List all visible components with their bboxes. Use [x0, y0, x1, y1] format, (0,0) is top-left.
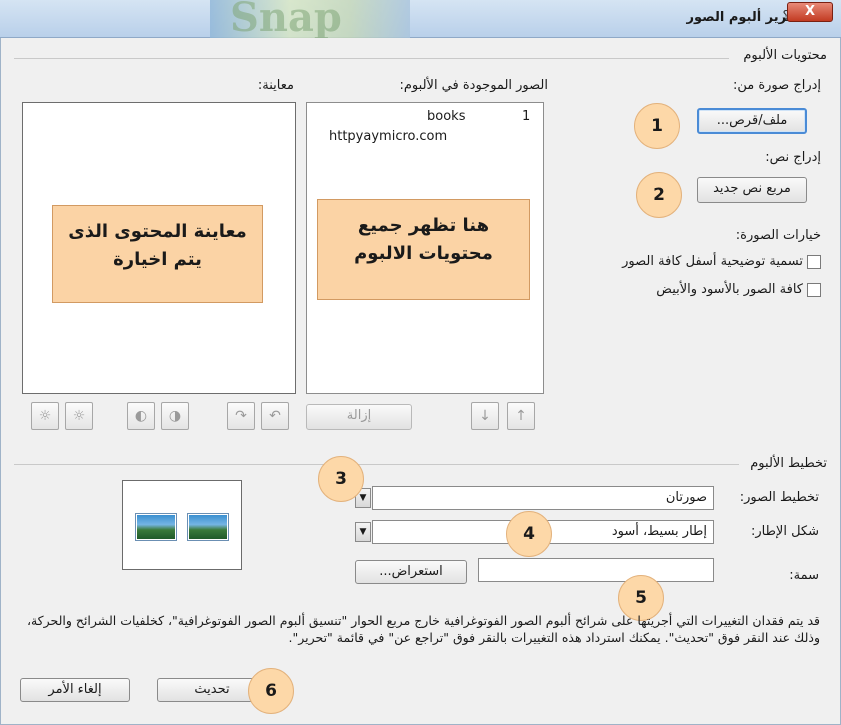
new-text-box-button[interactable]: مربع نص جديد [697, 177, 807, 203]
theme-label: سمة: [789, 568, 819, 583]
layout-thumbnail-image [136, 514, 176, 540]
frame-shape-label: شكل الإطار: [750, 524, 819, 539]
theme-input[interactable] [478, 558, 714, 582]
black-white-checkbox[interactable] [807, 283, 821, 297]
step-number-1: 1 [634, 103, 680, 149]
list-item-name[interactable]: books [427, 109, 465, 124]
list-item-index: 1 [522, 109, 531, 124]
album-contents-group-label: محتويات الألبوم [743, 48, 827, 63]
changes-warning-text: قد يتم فقدان التغييرات التي أجريتها على … [26, 613, 820, 645]
picture-options-label: خيارات الصورة: [735, 228, 821, 243]
album-layout-group-label: تخطيط الألبوم [750, 456, 827, 471]
file-disk-button[interactable]: ملف/قرص... [697, 108, 807, 134]
close-button[interactable]: X [787, 2, 833, 22]
browse-button[interactable]: استعراض... [355, 560, 467, 584]
move-down-button[interactable]: ↓ [471, 402, 499, 430]
insert-picture-label: إدراج صورة من: [732, 78, 821, 93]
arrow-down-icon: ↓ [479, 408, 491, 424]
captions-checkbox-label: تسمية توضيحية أسفل كافة الصور [622, 254, 803, 269]
captions-checkbox[interactable] [807, 255, 821, 269]
list-item-name[interactable]: httpyaymicro.com [329, 129, 447, 144]
window-title: تحرير ألبوم الصور [686, 10, 801, 25]
callout-album-contents: هنا تظهر جميع محتويات الالبوم [317, 199, 530, 300]
album-contents-divider [14, 58, 729, 59]
arrow-up-icon: ↑ [515, 408, 527, 424]
layout-thumbnail-image [188, 514, 228, 540]
background-art-text: Snap [230, 0, 342, 38]
step-number-2: 2 [636, 172, 682, 218]
album-layout-divider [14, 464, 739, 465]
preview-label: معاينة: [257, 78, 294, 93]
frame-shape-dropdown-icon[interactable]: ▼ [355, 522, 371, 542]
picture-layout-select[interactable]: صورتان [372, 486, 714, 510]
move-up-button[interactable]: ↑ [507, 402, 535, 430]
callout-preview: معاينة المحتوى الذى يتم اخيارة [52, 205, 263, 303]
contrast-down-icon[interactable]: ◐ [127, 402, 155, 430]
pictures-in-album-label: الصور الموجودة في الألبوم: [399, 78, 549, 93]
brightness-down-icon[interactable]: ☼ [31, 402, 59, 430]
step-number-3: 3 [318, 456, 364, 502]
rotate-right-icon[interactable]: ↷ [227, 402, 255, 430]
black-white-checkbox-label: كافة الصور بالأسود والأبيض [656, 282, 803, 297]
title-bar: Snap ؟ تحرير ألبوم الصور X [0, 0, 841, 38]
layout-preview-box [122, 480, 242, 570]
title-bar-background-art: Snap [210, 0, 410, 38]
contrast-up-icon[interactable]: ◑ [161, 402, 189, 430]
step-number-6: 6 [248, 668, 294, 714]
remove-button[interactable]: إزالة [306, 404, 412, 430]
brightness-up-icon[interactable]: ☼ [65, 402, 93, 430]
step-number-4: 4 [506, 511, 552, 557]
cancel-button[interactable]: إلغاء الأمر [20, 678, 130, 702]
insert-text-label: إدراج نص: [765, 150, 821, 165]
picture-layout-label: تخطيط الصور: [739, 490, 819, 505]
rotate-left-icon[interactable]: ↶ [261, 402, 289, 430]
